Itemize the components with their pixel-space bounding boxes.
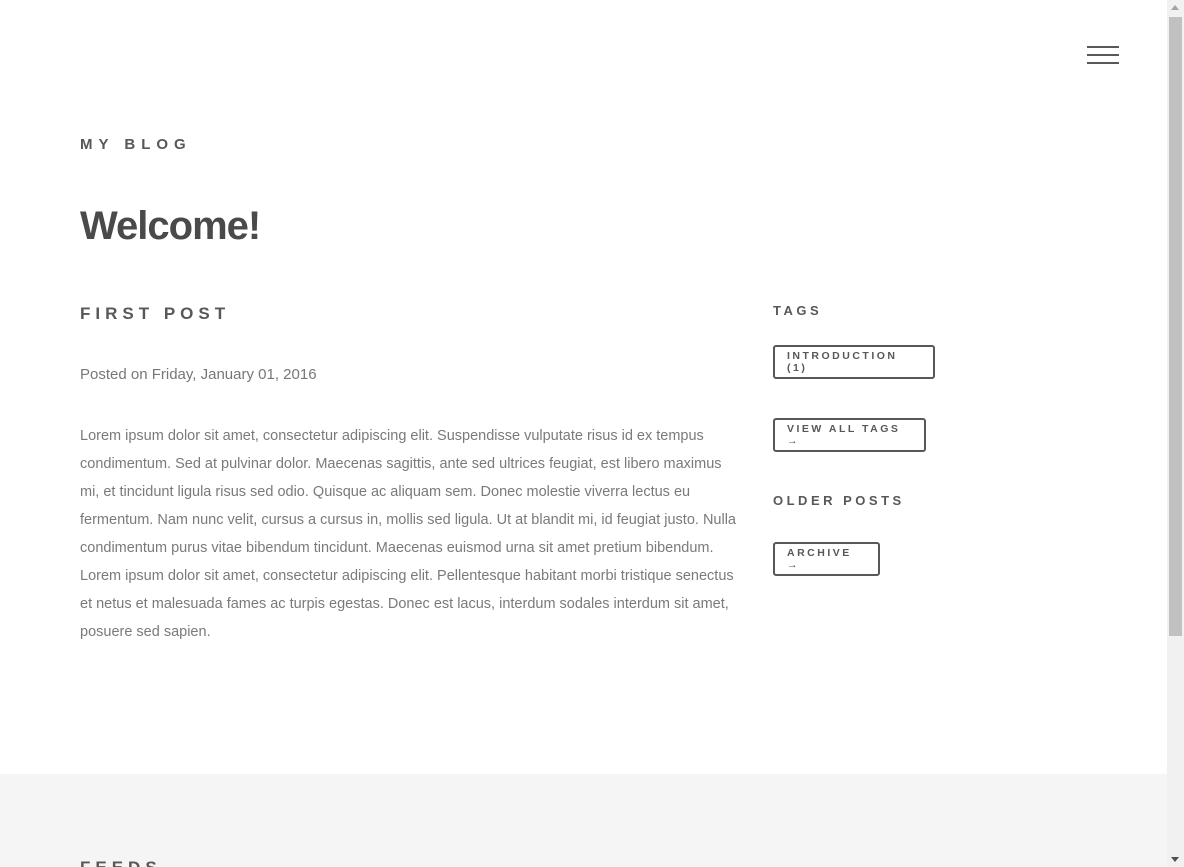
menu-bar-middle	[1087, 54, 1119, 56]
scrollbar-thumb[interactable]	[1169, 17, 1182, 636]
view-all-tags-button[interactable]: VIEW ALL TAGS →	[773, 418, 926, 452]
scroll-down-arrow-icon[interactable]	[1171, 857, 1179, 862]
feeds-heading: FEEDS	[80, 858, 162, 867]
page: MY BLOG Welcome! FIRST POST Posted on Fr…	[0, 0, 1167, 867]
menu-bar-top	[1087, 46, 1119, 48]
post-date: Posted on Friday, January 01, 2016	[80, 366, 317, 383]
scroll-up-arrow-icon[interactable]	[1171, 5, 1179, 10]
tag-introduction-button[interactable]: INTRODUCTION (1)	[773, 345, 935, 379]
post-title-link[interactable]: FIRST POST	[80, 304, 230, 324]
post-excerpt: Lorem ipsum dolor sit amet, consectetur …	[80, 428, 736, 640]
archive-button[interactable]: ARCHIVE →	[773, 542, 880, 576]
tags-heading: TAGS	[773, 303, 823, 318]
browser-viewport: MY BLOG Welcome! FIRST POST Posted on Fr…	[0, 0, 1184, 867]
older-posts-heading: OLDER POSTS	[773, 493, 905, 508]
site-title[interactable]: MY BLOG	[80, 136, 192, 153]
vertical-scrollbar[interactable]	[1167, 0, 1184, 867]
footer: FEEDS	[0, 774, 1167, 867]
menu-bar-bottom	[1087, 62, 1119, 64]
hamburger-menu-icon[interactable]	[1087, 46, 1119, 66]
page-heading: Welcome!	[80, 204, 261, 248]
